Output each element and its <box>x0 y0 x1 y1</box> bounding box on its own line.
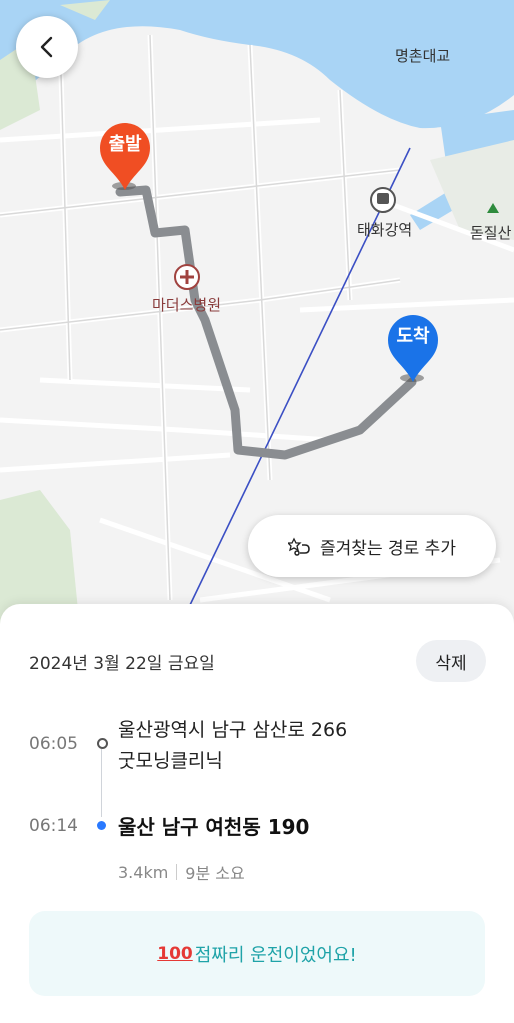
trip-distance: 3.4km <box>118 862 169 882</box>
start-time: 06:05 <box>29 734 78 754</box>
add-favorite-route-button[interactable]: 즐겨찾는 경로 추가 <box>248 515 496 577</box>
driving-score-message: 점짜리 운전이었어요! <box>194 944 357 966</box>
delete-button[interactable]: 삭제 <box>416 640 486 682</box>
hundred-points-icon: 100 <box>157 943 193 964</box>
start-pin-label: 출발 <box>108 134 142 155</box>
start-place-name: 굿모닝클리닉 <box>118 750 223 772</box>
start-address: 울산광역시 남구 삼산로 266 <box>118 719 348 741</box>
route-map[interactable]: 출발 도착 명촌대교 태화강역 돋질산 마더스병원 즐겨찾는 경로 추가 <box>0 0 514 630</box>
trip-summary: 3.4km 9분 소요 <box>118 860 245 884</box>
mountain-label: 돋질산 <box>470 224 512 242</box>
trip-detail-sheet: 2024년 3월 22일 금요일 삭제 06:05 울산광역시 남구 삼산로 2… <box>0 604 514 1023</box>
chevron-left-icon <box>40 36 53 58</box>
driving-score-banner: 100 점짜리 운전이었어요! <box>29 911 485 996</box>
bridge-label: 명촌대교 <box>395 47 451 65</box>
route-star-icon <box>288 537 310 556</box>
divider <box>176 864 178 880</box>
trip-date: 2024년 3월 22일 금요일 <box>29 654 215 674</box>
end-time: 06:14 <box>29 816 78 836</box>
end-point-icon <box>97 821 106 830</box>
end-pin[interactable]: 도착 <box>382 312 444 386</box>
route-timeline-line <box>101 749 102 817</box>
end-pin-label: 도착 <box>396 326 430 347</box>
station-label: 태화강역 <box>357 221 413 239</box>
back-button[interactable] <box>16 16 78 78</box>
add-favorite-route-label: 즐겨찾는 경로 추가 <box>320 538 456 559</box>
trip-duration: 9분 소요 <box>185 864 245 883</box>
start-point-icon <box>97 738 108 749</box>
start-pin[interactable]: 출발 <box>94 120 156 194</box>
hospital-label: 마더스병원 <box>152 296 222 314</box>
end-address: 울산 남구 여천동 190 <box>118 815 310 839</box>
